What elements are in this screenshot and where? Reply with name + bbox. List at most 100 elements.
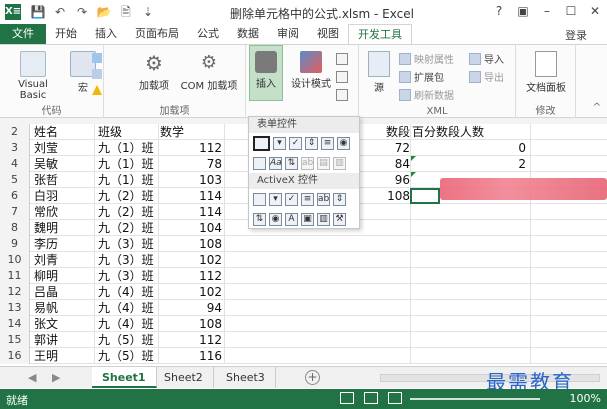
cell[interactable]: 114: [160, 188, 222, 204]
cell[interactable]: 九（5）班: [98, 332, 158, 348]
cell[interactable]: [470, 284, 526, 300]
zoom-level[interactable]: 100%: [570, 392, 601, 405]
activex-toggle-icon[interactable]: ▥: [317, 212, 330, 226]
cell[interactable]: 112: [160, 268, 222, 284]
row-number[interactable]: 14: [0, 316, 30, 332]
row-number[interactable]: 12: [0, 284, 30, 300]
cell[interactable]: [470, 348, 526, 364]
form-label-icon[interactable]: Aa: [269, 156, 282, 170]
cell[interactable]: [470, 316, 526, 332]
cell[interactable]: 0: [470, 140, 526, 156]
cell[interactable]: [340, 268, 410, 284]
cell[interactable]: 王明: [34, 348, 94, 364]
add-sheet-button[interactable]: +: [305, 370, 320, 385]
form-option-button-icon[interactable]: ◉: [337, 136, 350, 150]
map-properties-button[interactable]: 映射属性: [399, 51, 454, 66]
tab-review[interactable]: 审阅: [268, 24, 308, 44]
cell[interactable]: 103: [160, 172, 222, 188]
com-addins-button[interactable]: ⚙ COM 加载项: [178, 51, 240, 92]
expansion-packs-button[interactable]: 扩展包: [399, 69, 444, 84]
tab-page-layout[interactable]: 页面布局: [126, 24, 188, 44]
cell[interactable]: [470, 300, 526, 316]
cell[interactable]: [340, 316, 410, 332]
row-number[interactable]: 10: [0, 252, 30, 268]
tab-home[interactable]: 开始: [46, 24, 86, 44]
cell[interactable]: [470, 220, 526, 236]
activex-textbox-icon[interactable]: ab: [317, 192, 330, 206]
cell[interactable]: 2: [470, 156, 526, 172]
cell[interactable]: 九（3）班: [98, 236, 158, 252]
cell[interactable]: 常欣: [34, 204, 94, 220]
addins-button[interactable]: ⚙ 加载项: [134, 51, 174, 92]
row-number[interactable]: 5: [0, 172, 30, 188]
row-number[interactable]: 6: [0, 188, 30, 204]
cell[interactable]: 九（5）班: [98, 348, 158, 364]
cell[interactable]: 张哲: [34, 172, 94, 188]
cell[interactable]: [340, 252, 410, 268]
view-code-icon[interactable]: [336, 71, 348, 83]
row-number[interactable]: 8: [0, 220, 30, 236]
row-number[interactable]: 9: [0, 236, 30, 252]
tab-developer[interactable]: 开发工具: [348, 24, 412, 44]
form-combobox-icon[interactable]: ▾: [273, 136, 286, 150]
relative-refs-icon[interactable]: [92, 69, 102, 79]
active-cell[interactable]: [410, 188, 440, 204]
macro-security-icon[interactable]: [92, 85, 102, 95]
row-number[interactable]: 4: [0, 156, 30, 172]
cell[interactable]: 102: [160, 252, 222, 268]
cell[interactable]: 94: [160, 300, 222, 316]
sheet-tab-sheet3[interactable]: Sheet3: [216, 367, 276, 388]
run-dialog-icon[interactable]: [336, 89, 348, 101]
cell[interactable]: 108: [160, 236, 222, 252]
insert-control-button[interactable]: 插入: [251, 51, 281, 90]
cell[interactable]: 百分数段人数: [412, 124, 532, 140]
activex-label-icon[interactable]: A: [285, 212, 298, 226]
cell[interactable]: 114: [160, 204, 222, 220]
page-break-view-icon[interactable]: [388, 392, 402, 404]
activex-option-icon[interactable]: ◉: [269, 212, 282, 226]
cell[interactable]: [340, 300, 410, 316]
cell[interactable]: 九（2）班: [98, 220, 158, 236]
cell[interactable]: 九（4）班: [98, 300, 158, 316]
cell[interactable]: 郭讲: [34, 332, 94, 348]
design-mode-button[interactable]: 设计模式: [288, 51, 334, 90]
cell[interactable]: 李历: [34, 236, 94, 252]
cell[interactable]: 九（4）班: [98, 316, 158, 332]
tab-view[interactable]: 视图: [308, 24, 348, 44]
cell[interactable]: 78: [160, 156, 222, 172]
form-checkbox-icon[interactable]: ✓: [289, 136, 302, 150]
cell[interactable]: 108: [160, 316, 222, 332]
cell[interactable]: 班级: [98, 124, 158, 140]
cell[interactable]: 112: [160, 332, 222, 348]
ribbon-display-options-button[interactable]: ▣: [515, 2, 531, 20]
save-icon[interactable]: 💾: [30, 4, 46, 20]
cell[interactable]: 白羽: [34, 188, 94, 204]
properties-icon[interactable]: [336, 53, 348, 65]
cell[interactable]: 魏明: [34, 220, 94, 236]
xml-source-button[interactable]: 源: [365, 51, 393, 94]
redo-icon[interactable]: ↷: [74, 4, 90, 20]
cell[interactable]: [470, 204, 526, 220]
prev-sheet-icon[interactable]: ◀: [28, 371, 36, 384]
form-spinner-icon[interactable]: ⇕: [305, 136, 318, 150]
login-link[interactable]: 登录: [565, 27, 587, 43]
cell[interactable]: [470, 332, 526, 348]
cell[interactable]: [340, 332, 410, 348]
undo-icon[interactable]: ↶: [52, 4, 68, 20]
cell[interactable]: 易帆: [34, 300, 94, 316]
activex-combobox-icon[interactable]: ▾: [269, 192, 282, 206]
cell[interactable]: [470, 252, 526, 268]
sheet-tab-sheet1[interactable]: Sheet1: [92, 367, 157, 388]
tab-insert[interactable]: 插入: [86, 24, 126, 44]
export-button[interactable]: 导出: [469, 69, 504, 84]
tab-formulas[interactable]: 公式: [188, 24, 228, 44]
activex-scrollbar-icon[interactable]: ⇕: [333, 192, 346, 206]
cell[interactable]: 九（2）班: [98, 188, 158, 204]
row-number[interactable]: 11: [0, 268, 30, 284]
form-groupbox-icon[interactable]: [253, 156, 266, 170]
open-folder-icon[interactable]: 📂: [96, 4, 112, 20]
help-button[interactable]: ?: [491, 2, 507, 20]
close-button[interactable]: ✕: [587, 2, 603, 20]
form-scrollbar-icon[interactable]: ⇅: [285, 156, 298, 170]
cell[interactable]: [470, 268, 526, 284]
